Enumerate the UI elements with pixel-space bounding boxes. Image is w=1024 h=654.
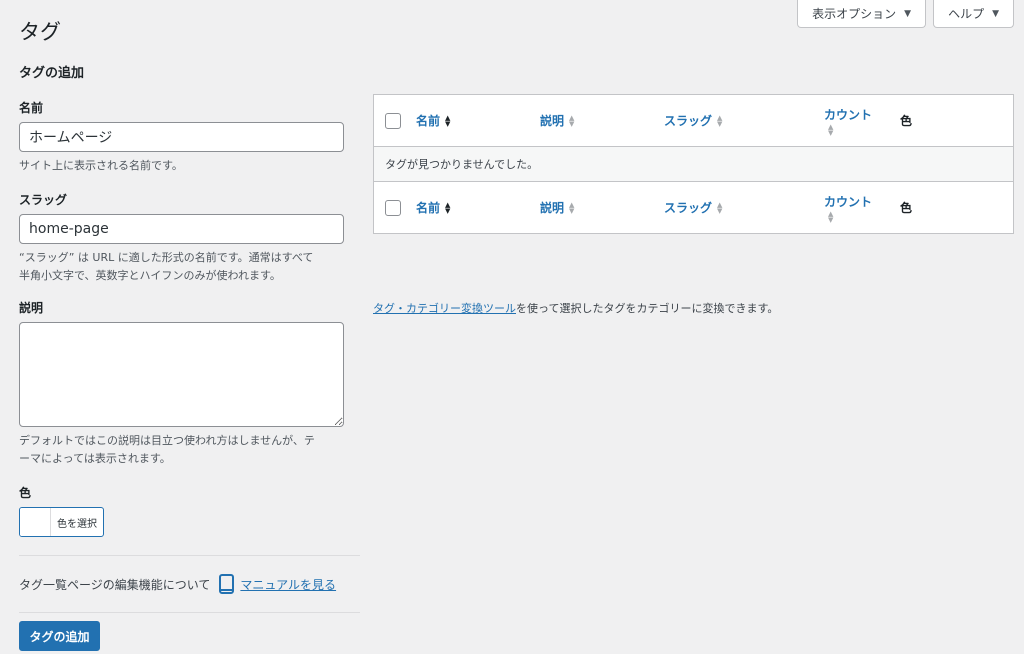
description-help: デフォルトではこの説明は目立つ使われ方はしませんが、テ ーマによっては表示されま… bbox=[19, 432, 360, 468]
column-count[interactable]: カウント ▲ ▼ bbox=[824, 193, 873, 224]
tags-table: 名前 ▲ ▼ 説明 ▲ ▼ スラッグ ▲ ▼ カウント ▲ ▼ 色 タグが見つかりません… bbox=[373, 94, 1014, 234]
column-slug[interactable]: スラッグ ▲ ▼ bbox=[664, 112, 722, 129]
slug-input[interactable] bbox=[19, 214, 344, 244]
book-icon bbox=[218, 573, 235, 595]
color-picker-button[interactable]: 色を選択 bbox=[19, 507, 104, 537]
name-help: サイト上に表示される名前です。 bbox=[19, 159, 183, 172]
column-name-label: 名前 bbox=[416, 114, 441, 128]
column-slug-label: スラッグ bbox=[664, 114, 713, 128]
screen-options-label: 表示オプション bbox=[812, 7, 897, 21]
caret-down-icon: ▼ bbox=[992, 8, 999, 19]
sort-icon: ▲ ▼ bbox=[445, 200, 451, 215]
column-slug-label: スラッグ bbox=[664, 201, 713, 215]
sort-icon: ▲ ▼ bbox=[445, 113, 451, 128]
color-button-label: 色を選択 bbox=[57, 518, 97, 530]
column-name-label: 名前 bbox=[416, 201, 441, 215]
add-tag-button[interactable]: タグの追加 bbox=[19, 621, 100, 651]
help-label: ヘルプ bbox=[948, 7, 985, 21]
table-footer: 名前 ▲ ▼ 説明 ▲ ▼ スラッグ ▲ ▼ カウント ▲ ▼ 色 bbox=[374, 182, 1013, 233]
caret-down-icon: ▼ bbox=[904, 8, 912, 19]
add-tag-form: タグの追加 名前 サイト上に表示される名前です。 スラッグ “スラッグ” は U… bbox=[19, 62, 360, 651]
column-count[interactable]: カウント ▲ ▼ bbox=[824, 106, 873, 137]
description-label: 説明 bbox=[19, 301, 44, 315]
description-help-line-2: ーマによっては表示されます。 bbox=[19, 452, 171, 465]
select-all-checkbox[interactable] bbox=[385, 112, 401, 129]
color-swatch bbox=[20, 508, 51, 536]
column-description-label: 説明 bbox=[540, 114, 565, 128]
name-label: 名前 bbox=[19, 101, 44, 115]
column-color: 色 bbox=[900, 201, 913, 215]
screen-options-button[interactable]: 表示オプション ▼ bbox=[797, 0, 927, 28]
slug-help-line-1: “スラッグ” は URL に適した形式の名前です。通常はすべて bbox=[19, 251, 314, 264]
column-name[interactable]: 名前 ▲ ▼ bbox=[416, 112, 450, 129]
description-help-line-1: デフォルトではこの説明は目立つ使われ方はしませんが、テ bbox=[19, 434, 315, 447]
select-all-checkbox[interactable] bbox=[385, 199, 401, 216]
form-heading: タグの追加 bbox=[19, 66, 85, 81]
description-textarea[interactable] bbox=[19, 322, 344, 427]
column-name[interactable]: 名前 ▲ ▼ bbox=[416, 199, 450, 216]
column-description[interactable]: 説明 ▲ ▼ bbox=[540, 199, 574, 216]
sort-icon: ▲ ▼ bbox=[828, 123, 834, 137]
convert-note: タグ・カテゴリー変換ツールを使って選択したタグをカテゴリーに変換できます。 bbox=[373, 300, 778, 316]
empty-message: タグが見つかりませんでした。 bbox=[374, 146, 1013, 182]
name-input[interactable] bbox=[19, 122, 344, 152]
table-header: 名前 ▲ ▼ 説明 ▲ ▼ スラッグ ▲ ▼ カウント ▲ ▼ 色 bbox=[374, 95, 1013, 146]
sort-icon: ▲ ▼ bbox=[828, 210, 834, 224]
sort-icon: ▲ ▼ bbox=[717, 113, 723, 128]
sort-icon: ▲ ▼ bbox=[569, 113, 575, 128]
sort-icon: ▲ ▼ bbox=[717, 200, 723, 215]
manual-text: タグ一覧ページの編集機能について bbox=[19, 577, 211, 592]
help-button[interactable]: ヘルプ ▼ bbox=[933, 0, 1014, 28]
page-title: タグ bbox=[19, 20, 61, 44]
column-count-label: カウント bbox=[824, 108, 873, 122]
slug-help: “スラッグ” は URL に適した形式の名前です。通常はすべて 半角小文字で、英… bbox=[19, 249, 360, 285]
column-description-label: 説明 bbox=[540, 201, 565, 215]
column-description[interactable]: 説明 ▲ ▼ bbox=[540, 112, 574, 129]
convert-text: を使って選択したタグをカテゴリーに変換できます。 bbox=[516, 302, 779, 315]
converter-link[interactable]: タグ・カテゴリー変換ツール bbox=[373, 302, 516, 315]
color-label: 色 bbox=[19, 486, 32, 500]
column-color: 色 bbox=[900, 114, 913, 128]
slug-label: スラッグ bbox=[19, 193, 68, 207]
sort-icon: ▲ ▼ bbox=[569, 200, 575, 215]
slug-help-line-2: 半角小文字で、英数字とハイフンのみが使われます。 bbox=[19, 269, 281, 282]
manual-link[interactable]: マニュアルを見る bbox=[240, 576, 336, 593]
column-slug[interactable]: スラッグ ▲ ▼ bbox=[664, 199, 722, 216]
screen-meta-links: 表示オプション ▼ ヘルプ ▼ bbox=[797, 0, 1014, 28]
manual-row: タグ一覧ページの編集機能について マニュアルを見る bbox=[19, 556, 360, 612]
column-count-label: カウント bbox=[824, 195, 873, 209]
